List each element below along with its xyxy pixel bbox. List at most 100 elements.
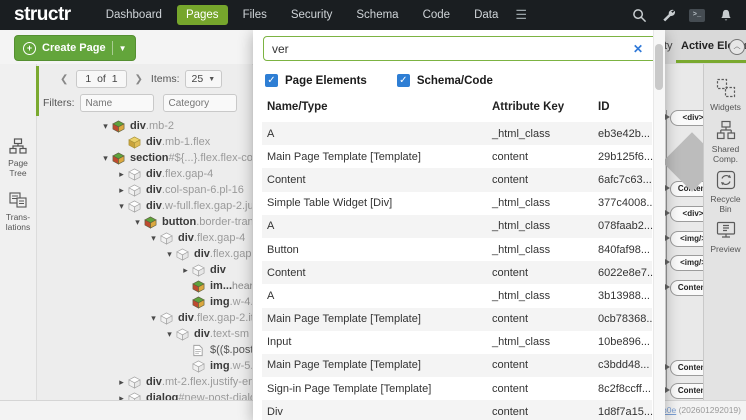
filter-category-input[interactable]	[163, 94, 237, 112]
widgets-icon	[716, 85, 736, 102]
result-row[interactable]: Input_html_class10be896...	[262, 331, 652, 354]
tab-partial[interactable]: ty	[664, 40, 673, 52]
caret-right-icon[interactable]: ▸	[115, 185, 128, 196]
tree-node-tag: img	[210, 360, 230, 372]
result-row[interactable]: A_html_class3b13988...	[262, 284, 652, 307]
tree-row[interactable]: ▸dialog#new-post-dialog	[37, 390, 252, 400]
page-size-select[interactable]: 25▼	[185, 70, 223, 88]
result-attribute-key: content	[492, 174, 598, 186]
rail-item-page[interactable]: PageTree	[0, 138, 36, 178]
create-page-button[interactable]: + Create Page ▼	[14, 35, 136, 61]
terminal-icon[interactable]: >_	[689, 9, 705, 22]
caret-right-icon[interactable]: ▸	[115, 169, 128, 180]
tree-row[interactable]: ▾div.mb-2	[37, 118, 252, 134]
caret-down-icon[interactable]: ▾	[147, 233, 160, 244]
structr-logo: structr	[14, 4, 71, 26]
nav-item-dashboard[interactable]: Dashboard	[97, 5, 171, 25]
caret-down-icon[interactable]: ▾	[99, 153, 112, 164]
tree-row[interactable]: ▾div.flex.gap-2.items-center	[37, 310, 252, 326]
tree-node-classes: .mb-1.flex	[162, 136, 210, 148]
tree-row[interactable]: div.mb-1.flex	[37, 134, 252, 150]
result-attribute-key: _html_class	[492, 290, 598, 302]
tree-row[interactable]: img.w-4.h-...heart-icon.svg	[37, 294, 252, 310]
nav-item-files[interactable]: Files	[234, 5, 276, 25]
pin-slideout-icon[interactable]: ︿	[729, 39, 745, 55]
caret-down-icon[interactable]: ▾	[99, 121, 112, 132]
result-row[interactable]: Sign-in Page Template [Template]content8…	[262, 377, 652, 400]
brickYellow-icon	[128, 136, 142, 149]
caret-right-icon[interactable]: ▸	[115, 377, 128, 388]
tree-row[interactable]: $(($.post.view()))$(int(add(size...	[37, 342, 252, 358]
cube-icon	[128, 392, 142, 401]
sidebar-item-preview[interactable]: Preview	[704, 220, 746, 255]
bell-icon[interactable]	[718, 7, 734, 23]
overlay-search-input[interactable]	[263, 36, 665, 61]
rail-item-label: lations	[0, 223, 36, 233]
hamburger-menu-icon[interactable]: ☰	[515, 7, 527, 23]
next-page-button[interactable]: ❯	[132, 73, 146, 86]
cube-icon	[192, 264, 206, 277]
nav-item-pages[interactable]: Pages	[177, 5, 228, 25]
clear-search-icon[interactable]: ✕	[633, 42, 643, 56]
scrollbar-thumb[interactable]	[655, 44, 663, 90]
tree-node-classes: .flex.gap-4	[194, 232, 245, 244]
top-navbar: structr Dashboard Pages Files SecuritySchem…	[0, 0, 746, 30]
tree-row[interactable]: ▾section#${...}.flex.flex-col.gap-4	[37, 150, 252, 166]
column-header: ID	[598, 101, 652, 113]
checkbox-schema-code[interactable]: ✓Schema/Code	[397, 74, 493, 87]
tree-row[interactable]: im...heart-outline-icon.svg	[37, 278, 252, 294]
filter-name-input[interactable]	[80, 94, 154, 112]
rail-item-trans[interactable]: Trans-lations	[0, 192, 36, 232]
tree-row[interactable]: ▸div.col-span-6.pl-16	[37, 182, 252, 198]
caret-down-icon[interactable]: ▾	[131, 217, 144, 228]
search-icon[interactable]	[631, 7, 647, 23]
page-indicator[interactable]: 1 of 1	[76, 70, 126, 88]
result-row[interactable]: Button_html_class840faf98...	[262, 238, 652, 261]
wrench-icon[interactable]	[660, 7, 676, 23]
tree-row[interactable]: ▾div.text-sm	[37, 326, 252, 342]
result-row[interactable]: Divcontent1d8f7a15...	[262, 400, 652, 420]
tree-node-tag: button	[162, 216, 196, 228]
tree-row[interactable]: ▾div.flex.gap-4	[37, 230, 252, 246]
sidebar-item-recycle[interactable]: RecycleBin	[704, 170, 746, 214]
result-row[interactable]: A_html_class078faab2...	[262, 215, 652, 238]
caret-right-icon[interactable]: ▸	[179, 265, 192, 276]
result-id: 078faab2...	[598, 220, 652, 232]
result-row[interactable]: Contentcontent6022e8e7...	[262, 261, 652, 284]
nav-item-data[interactable]: Data	[465, 5, 507, 25]
checkbox-icon[interactable]: ✓	[397, 74, 410, 87]
overlay-scrollbar[interactable]	[653, 30, 665, 420]
tree-row[interactable]: ▸div.mt-2.flex.justify-end	[37, 374, 252, 390]
result-id: 1d8f7a15...	[598, 406, 652, 418]
sidebar-item-label: Bin	[704, 205, 746, 215]
caret-down-icon[interactable]: ▾	[147, 313, 160, 324]
result-row[interactable]: A_html_classeb3e42b...	[262, 122, 652, 145]
caret-right-icon[interactable]: ▸	[115, 393, 128, 401]
result-row[interactable]: Contentcontent6afc7c63...	[262, 168, 652, 191]
sitemap-icon	[9, 141, 27, 158]
tree-row[interactable]: ▸div	[37, 262, 252, 278]
caret-down-icon[interactable]: ▾	[115, 201, 128, 212]
checkbox-icon[interactable]: ✓	[265, 74, 278, 87]
caret-down-icon[interactable]: ▾	[163, 249, 176, 260]
caret-down-icon[interactable]: ▾	[163, 329, 176, 340]
tree-row[interactable]: ▸div.flex.gap-4	[37, 166, 252, 182]
result-row[interactable]: Main Page Template [Template]contentc3bd…	[262, 354, 652, 377]
tree-row[interactable]: img.w-5.h-5.inlin...eye-icon.svg	[37, 358, 252, 374]
sidebar-item-widgets[interactable]: Widgets	[704, 78, 746, 113]
result-row[interactable]: Main Page Template [Template]content29b1…	[262, 145, 652, 168]
nav-item-code[interactable]: Code	[414, 5, 460, 25]
nav-item-security[interactable]: Security	[282, 5, 342, 25]
tree-row[interactable]: ▾div.w-full.flex.gap-2.justify-end.	[37, 198, 252, 214]
cube-icon	[128, 168, 142, 181]
sidebar-item-shared[interactable]: SharedComp.	[704, 120, 746, 164]
tree-row[interactable]: ▾button.border-transparent.hover:b...	[37, 214, 252, 230]
result-row[interactable]: Main Page Template [Template]content0cb7…	[262, 308, 652, 331]
cube-icon	[128, 376, 142, 389]
prev-page-button[interactable]: ❮	[57, 73, 71, 86]
checkbox-page-elements[interactable]: ✓Page Elements	[265, 74, 367, 87]
nav-item-schema[interactable]: Schema	[347, 5, 407, 25]
result-row[interactable]: Simple Table Widget [Div]_html_class377c…	[262, 192, 652, 215]
page-tree: ▾div.mb-2div.mb-1.flex▾section#${...}.fl…	[37, 118, 252, 400]
tree-row[interactable]: ▾div.flex.gap-2.items-center	[37, 246, 252, 262]
